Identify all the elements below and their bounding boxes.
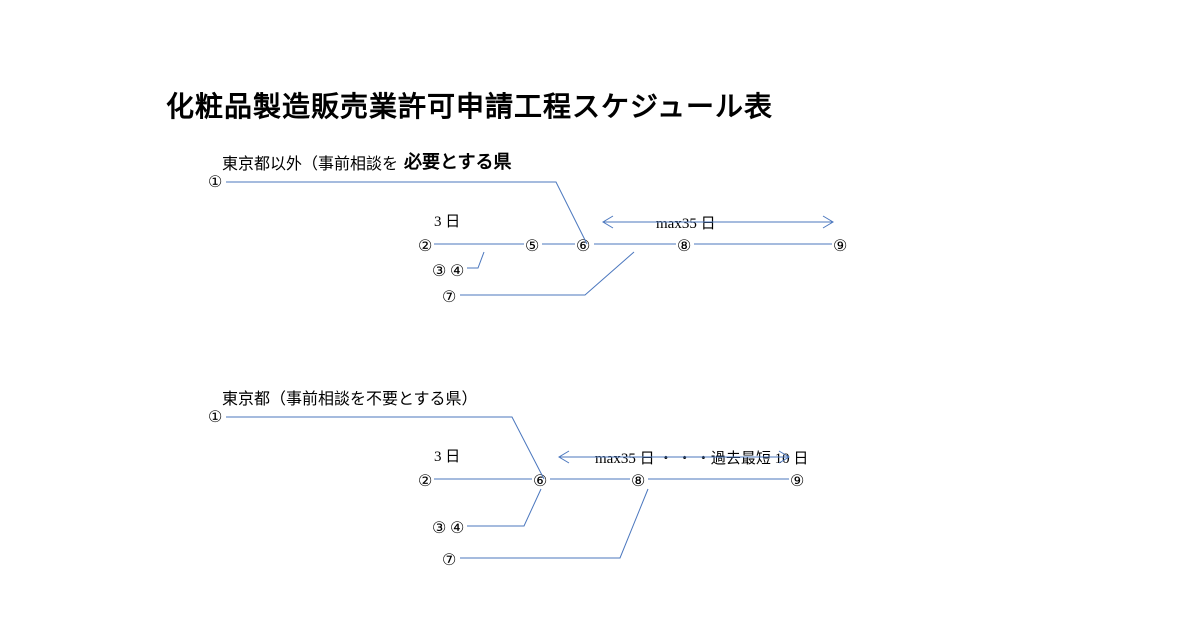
d2-connectors — [0, 0, 1200, 630]
